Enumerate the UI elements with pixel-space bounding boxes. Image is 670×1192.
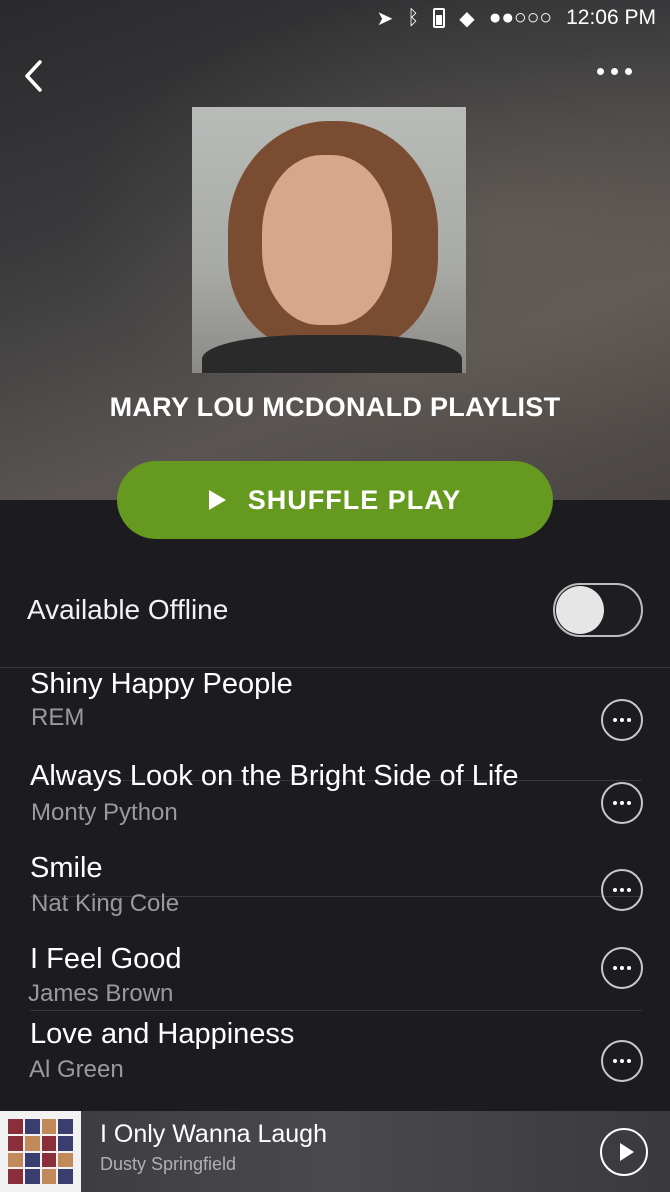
play-icon (208, 490, 226, 510)
track-row[interactable]: Shiny Happy People REM (0, 668, 670, 758)
track-title: Shiny Happy People (30, 668, 293, 700)
playlist-title: MARY LOU MCDONALD PLAYLIST (109, 392, 561, 422)
track-artist: REM (31, 704, 85, 731)
now-playing-title: I Only Wanna Laugh (100, 1120, 327, 1148)
ellipsis-icon (613, 1059, 617, 1063)
ellipsis-icon (613, 966, 617, 970)
track-title: Love and Happiness (30, 1018, 295, 1050)
track-artist: Monty Python (31, 799, 178, 826)
now-playing-album-art (0, 1111, 81, 1192)
now-playing-bar[interactable]: I Only Wanna Laugh Dusty Springfield (0, 1111, 670, 1192)
ellipsis-icon (613, 801, 617, 805)
track-more-button[interactable] (601, 947, 643, 989)
toggle-knob (556, 586, 604, 634)
track-title: Smile (30, 852, 103, 884)
track-row[interactable]: Always Look on the Bright Side of Life M… (0, 760, 670, 850)
shuffle-play-label: SHUFFLE PLAY (247, 484, 462, 515)
track-title: Always Look on the Bright Side of Life (30, 760, 519, 792)
track-artist: James Brown (28, 980, 174, 1007)
shuffle-play-button[interactable]: SHUFFLE PLAY (117, 461, 553, 539)
status-bar: ➤ ᛒ ◆ ●●○○○ 12:06 PM (0, 0, 670, 36)
track-artist: Al Green (29, 1056, 124, 1083)
available-offline-toggle[interactable] (553, 583, 643, 637)
track-row[interactable]: Smile Nat King Cole (0, 852, 670, 942)
track-row[interactable]: Love and Happiness Al Green (0, 1018, 670, 1108)
track-more-button[interactable] (601, 782, 643, 824)
track-row[interactable]: I Feel Good James Brown (0, 943, 670, 1013)
bluetooth-icon: ᛒ (407, 6, 420, 29)
track-more-button[interactable] (601, 699, 643, 741)
playlist-cover-image (192, 107, 466, 373)
location-arrow-icon: ➤ (376, 7, 394, 30)
back-button[interactable] (20, 58, 50, 94)
signal-strength: ●●○○○ (488, 6, 553, 29)
track-artist: Nat King Cole (31, 890, 180, 917)
now-playing-artist: Dusty Springfield (100, 1154, 237, 1174)
status-time: 12:06 PM (566, 6, 656, 29)
battery-icon (433, 8, 446, 28)
track-more-button[interactable] (601, 1040, 643, 1082)
play-circle-icon[interactable] (600, 1128, 648, 1176)
track-more-button[interactable] (601, 869, 643, 911)
ellipsis-icon (597, 68, 604, 75)
ellipsis-icon (613, 888, 617, 892)
chevron-left-icon (25, 60, 42, 92)
ellipsis-icon (613, 718, 617, 722)
available-offline-label: Available Offline (27, 594, 229, 625)
wifi-icon: ◆ (459, 7, 475, 30)
more-options-button[interactable] (597, 68, 632, 75)
track-title: I Feel Good (30, 943, 182, 975)
track-divider (30, 1010, 642, 1011)
